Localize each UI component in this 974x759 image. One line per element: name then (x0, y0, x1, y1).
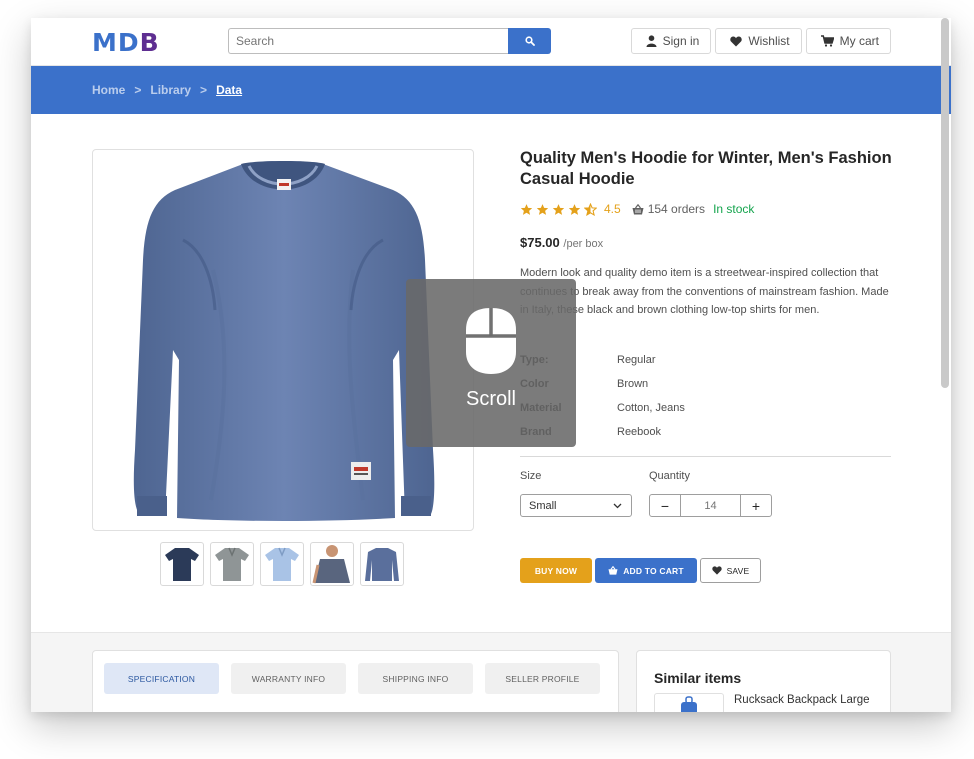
star-icon (536, 203, 549, 215)
add-to-cart-label: ADD TO CART (623, 565, 684, 576)
rating-row: 4.5 154 orders In stock (520, 202, 754, 216)
mdb-logo[interactable]: MDB (92, 28, 160, 57)
tab-specification[interactable]: SPECIFICATION (104, 663, 219, 694)
user-icon (646, 35, 657, 47)
rating-value: 4.5 (604, 202, 621, 216)
spec-value: Reebook (617, 426, 662, 438)
breadcrumb-home[interactable]: Home (92, 83, 125, 97)
size-select[interactable]: Small (520, 494, 632, 517)
spec-value: Regular (617, 354, 656, 366)
top-navbar: MDB Sign in Wishlist My cart (31, 18, 951, 66)
sign-in-button[interactable]: Sign in (630, 28, 712, 54)
details-section: SPECIFICATION WARRANTY INFO SHIPPING INF… (31, 632, 951, 712)
purchase-actions: BUY NOW ADD TO CART SAVE (520, 558, 761, 583)
logo-letter-m: M (92, 28, 118, 57)
size-label: Size (520, 470, 542, 482)
header-actions: Sign in Wishlist My cart (630, 28, 891, 54)
quantity-input[interactable]: 14 (681, 494, 740, 517)
orders-count: 154 orders (632, 202, 705, 216)
my-cart-label: My cart (839, 34, 879, 48)
wishlist-label: Wishlist (748, 34, 790, 48)
search-icon (524, 36, 535, 46)
save-button[interactable]: SAVE (700, 558, 761, 583)
breadcrumb-bar: Home > Library > Data (31, 66, 951, 114)
save-label: SAVE (726, 565, 750, 576)
product-title: Quality Men's Hoodie for Winter, Men's F… (520, 149, 892, 188)
star-icon (568, 203, 581, 215)
breadcrumb-library[interactable]: Library (150, 83, 191, 97)
thumbnail-blue-sweater[interactable] (360, 542, 404, 586)
details-tabs-card: SPECIFICATION WARRANTY INFO SHIPPING INF… (92, 650, 619, 712)
breadcrumb-separator: > (134, 83, 142, 97)
tab-warranty-info[interactable]: WARRANTY INFO (231, 663, 346, 694)
polo-thumb-icon (215, 547, 249, 581)
search-input[interactable] (228, 28, 508, 54)
cart-icon (820, 35, 834, 47)
details-tabs: SPECIFICATION WARRANTY INFO SHIPPING INF… (104, 663, 600, 694)
tab-shipping-info[interactable]: SHIPPING INFO (358, 663, 473, 694)
breadcrumb-separator: > (200, 83, 208, 97)
similar-item-thumbnail[interactable] (654, 693, 724, 712)
my-cart-button[interactable]: My cart (805, 28, 891, 54)
mouse-icon (466, 308, 516, 374)
tshirt-thumb-icon (165, 548, 199, 581)
breadcrumb: Home > Library > Data (92, 83, 242, 97)
backpack-icon (681, 696, 697, 712)
similar-item-name[interactable]: Rucksack Backpack Large (734, 694, 870, 706)
page-scrollbar-thumb[interactable] (941, 18, 949, 388)
thumbnail-model-shirt[interactable] (310, 542, 354, 586)
basket-icon (632, 203, 644, 214)
wishlist-button[interactable]: Wishlist (715, 28, 802, 54)
buy-now-button[interactable]: BUY NOW (520, 558, 592, 583)
search-button[interactable] (508, 28, 551, 54)
polo-thumb-icon (265, 547, 299, 581)
tab-seller-profile[interactable]: SELLER PROFILE (485, 663, 600, 694)
quantity-decrement-button[interactable]: − (649, 494, 681, 517)
buy-now-label: BUY NOW (534, 565, 578, 576)
star-icon (552, 203, 565, 215)
similar-items-title: Similar items (654, 670, 742, 686)
stock-status: In stock (713, 202, 755, 216)
quantity-label: Quantity (649, 470, 690, 482)
thumbnail-lightblue-polo[interactable] (260, 542, 304, 586)
star-rating (520, 202, 597, 216)
basket-icon (608, 566, 618, 575)
quantity-increment-button[interactable]: + (740, 494, 772, 517)
thumbnail-navy-tee[interactable] (160, 542, 204, 586)
size-selected-value: Small (529, 499, 557, 512)
sweater-thumb-icon (365, 548, 399, 581)
section-divider (520, 456, 891, 457)
quantity-stepper: − 14 + (649, 494, 772, 517)
scroll-hint-overlay: Scroll (406, 279, 576, 447)
thumbnail-grey-polo[interactable] (210, 542, 254, 586)
thumbnail-gallery (160, 542, 404, 586)
model-thumb-icon (312, 545, 350, 584)
add-to-cart-button[interactable]: ADD TO CART (595, 558, 697, 583)
chevron-down-icon (613, 503, 622, 508)
heart-icon (730, 36, 743, 46)
orders-label: 154 orders (647, 202, 706, 216)
breadcrumb-data[interactable]: Data (216, 83, 242, 97)
spec-value: Brown (617, 378, 649, 390)
spec-value: Cotton, Jeans (617, 402, 685, 414)
logo-letter-b: B (139, 28, 160, 57)
logo-letter-d: D (117, 28, 140, 57)
price-amount: $75.00 (520, 235, 560, 250)
browser-viewport: MDB Sign in Wishlist My cart Ho (31, 18, 951, 712)
scroll-hint-label: Scroll (465, 388, 516, 410)
price-unit: /per box (563, 238, 604, 250)
sign-in-label: Sign in (662, 34, 700, 48)
heart-icon (711, 566, 722, 575)
similar-items-card: Similar items Rucksack Backpack Large (636, 650, 891, 712)
star-icon (520, 203, 533, 215)
search-form (228, 28, 551, 54)
price-block: $75.00 /per box (520, 235, 603, 250)
star-half-icon (584, 202, 597, 216)
